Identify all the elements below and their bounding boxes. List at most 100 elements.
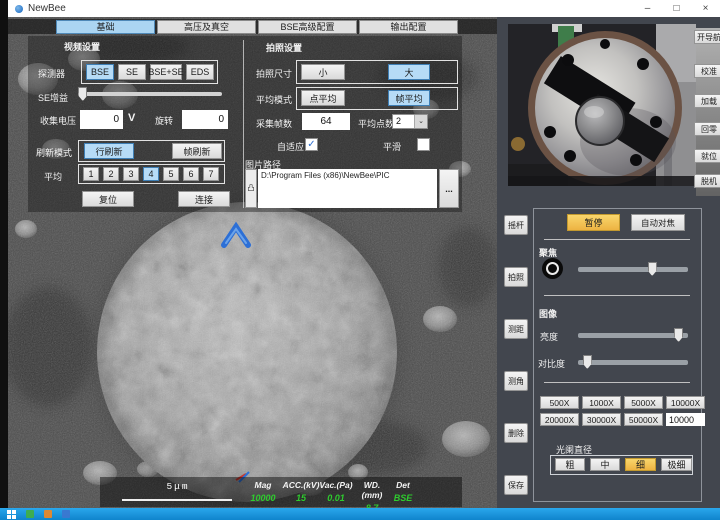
brightness-slider[interactable] [578, 333, 688, 338]
mag-20000x-button[interactable]: 20000X [540, 413, 579, 426]
scale-label: 5μm [138, 481, 218, 492]
detector-se-button[interactable]: SE [118, 64, 146, 80]
rotation-input[interactable]: 0 [182, 110, 228, 129]
average-5-button[interactable]: 5 [163, 167, 179, 181]
connect-button[interactable]: 连接 [178, 191, 230, 207]
joystick-button[interactable]: 摇杆 [504, 215, 528, 235]
title-bar[interactable]: NewBee – □ × [8, 0, 720, 17]
settings-divider [243, 40, 244, 208]
measure-angle-button[interactable]: 测角 [504, 371, 528, 391]
aperture-fine-button[interactable]: 细 [625, 458, 656, 471]
average-1-button[interactable]: 1 [83, 167, 99, 181]
in-position-button[interactable]: 就位 [694, 149, 720, 163]
window-title: NewBee [28, 3, 66, 14]
collect-voltage-label: 收集电压 [40, 114, 76, 127]
rotation-label: 旋转 [155, 114, 173, 127]
se-gain-slider[interactable] [78, 92, 222, 96]
focus-slider[interactable] [578, 267, 688, 272]
chamber-camera-view [508, 24, 696, 186]
app-logo-icon [15, 5, 23, 13]
frames-input[interactable]: 64 [302, 113, 350, 130]
mag-30000x-button[interactable]: 30000X [582, 413, 621, 426]
close-button[interactable]: × [691, 0, 720, 17]
average-4-button[interactable]: 4 [143, 167, 159, 181]
mag-50000x-button[interactable]: 50000X [624, 413, 663, 426]
start-icon[interactable] [7, 510, 16, 519]
chevron-down-icon[interactable]: ⌄ [414, 115, 427, 128]
photo-size-label: 拍照尺寸 [256, 67, 292, 80]
measure-distance-button[interactable]: 测距 [504, 319, 528, 339]
pause-button[interactable]: 暂停 [567, 214, 620, 231]
detector-eds-button[interactable]: EDS [186, 64, 214, 80]
browse-button[interactable]: ... [439, 169, 459, 208]
avg-mode-label: 平均模式 [256, 93, 292, 106]
average-6-button[interactable]: 6 [183, 167, 199, 181]
minimize-button[interactable]: – [633, 0, 662, 17]
status-col-vac: Vac.(Pa)0.01 [318, 480, 354, 503]
average-2-button[interactable]: 2 [103, 167, 119, 181]
image-section-label: 图像 [539, 307, 557, 320]
save-button[interactable]: 保存 [504, 475, 528, 495]
frames-label: 采集帧数 [256, 117, 292, 130]
status-col-acc: ACC.(kV)15 [282, 480, 320, 503]
mag-500x-button[interactable]: 500X [540, 396, 579, 409]
video-settings-title: 视频设置 [64, 40, 100, 53]
mag-5000x-button[interactable]: 5000X [624, 396, 663, 409]
adaptive-checkbox[interactable]: ✓ [305, 138, 318, 151]
snapshot-button[interactable]: 拍照 [504, 267, 528, 287]
avg-point-button[interactable]: 点平均 [301, 90, 345, 106]
calibrate-button[interactable]: 校准 [694, 64, 720, 78]
app-window: NewBee – □ × 基础 高压及真空 BSE高级配置 输出配置 视频设置 … [0, 0, 720, 520]
average-3-button[interactable]: 3 [123, 167, 139, 181]
detector-bse-button[interactable]: BSE [86, 64, 114, 80]
refresh-line-button[interactable]: 行刷新 [84, 143, 134, 159]
scale-bar [122, 499, 232, 501]
image-path-input[interactable]: D:\Program Files (x86)\NewBee\PIC [258, 169, 437, 208]
contrast-slider[interactable] [578, 360, 688, 365]
taskbar-app-icon[interactable] [62, 510, 70, 518]
avg-frame-button[interactable]: 帧平均 [388, 90, 430, 106]
se-gain-label: SE增益 [38, 91, 68, 104]
smooth-label: 平滑 [383, 140, 401, 153]
points-value: 2 [393, 115, 414, 128]
open-navigation-button[interactable]: 开导航 [694, 30, 720, 44]
tab-output-config[interactable]: 输出配置 [359, 20, 458, 34]
brightness-label: 亮度 [540, 330, 558, 343]
smooth-checkbox[interactable] [417, 138, 430, 151]
maximize-button[interactable]: □ [662, 0, 691, 17]
reset-button[interactable]: 复位 [82, 191, 134, 207]
status-col-mag: Mag10000 [246, 480, 280, 503]
focus-label: 聚焦 [539, 246, 557, 259]
aperture-coarse-button[interactable]: 粗 [555, 458, 585, 471]
collect-voltage-input[interactable]: 0 [80, 110, 123, 129]
contrast-label: 对比度 [538, 357, 565, 370]
taskbar[interactable] [0, 508, 720, 520]
points-dropdown[interactable]: 2 ⌄ [392, 114, 428, 129]
load-button[interactable]: 加载 [694, 94, 720, 108]
tab-bse-advanced[interactable]: BSE高级配置 [258, 20, 357, 34]
refresh-frame-button[interactable]: 帧刷新 [172, 143, 222, 159]
size-small-button[interactable]: 小 [301, 64, 345, 80]
photo-settings-title: 拍照设置 [266, 41, 302, 54]
aperture-medium-button[interactable]: 中 [590, 458, 620, 471]
mag-10000x-button[interactable]: 10000X [666, 396, 705, 409]
detector-bse-se-button[interactable]: BSE+SE [150, 64, 182, 80]
divider [544, 239, 690, 240]
taskbar-app-icon[interactable] [44, 510, 52, 518]
focus-knob[interactable] [542, 258, 563, 279]
autofocus-button[interactable]: 自动对焦 [631, 214, 685, 231]
average-7-button[interactable]: 7 [203, 167, 219, 181]
tab-basic[interactable]: 基础 [56, 20, 155, 34]
mag-1000x-button[interactable]: 1000X [582, 396, 621, 409]
tab-hv-vacuum[interactable]: 高压及真空 [157, 20, 256, 34]
delete-button[interactable]: 删除 [504, 423, 528, 443]
taskbar-app-icon[interactable] [26, 510, 34, 518]
home-button[interactable]: 回零 [694, 122, 720, 136]
offline-button[interactable]: 脱机 [694, 174, 720, 188]
path-side-tab[interactable]: 凸 [245, 169, 257, 208]
mag-value-input[interactable]: 10000 [666, 413, 705, 426]
points-label: 平均点数 [358, 117, 394, 130]
aperture-extra-fine-button[interactable]: 极细 [661, 458, 692, 471]
refresh-mode-label: 刷新模式 [36, 146, 72, 159]
size-large-button[interactable]: 大 [388, 64, 430, 80]
